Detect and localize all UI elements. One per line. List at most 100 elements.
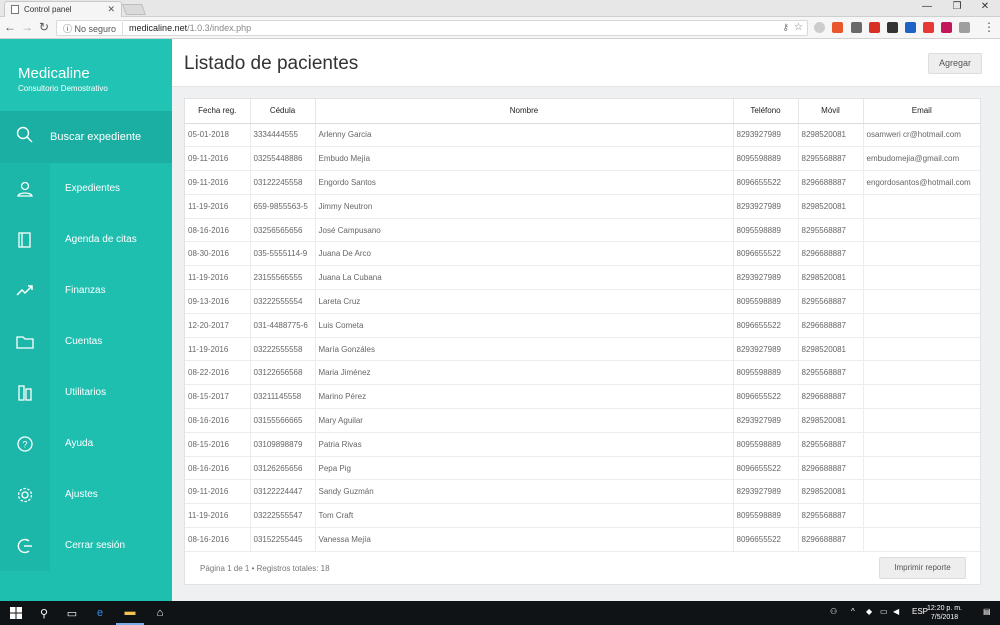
cell-phone: 8096655522	[733, 527, 799, 552]
nav-item-utilitarios[interactable]: Utilitarios	[0, 367, 172, 418]
volume-icon[interactable]: ◀	[893, 607, 899, 616]
cell-mobile: 8298520081	[798, 123, 864, 148]
security-indicator[interactable]: ⓘ No seguro	[63, 21, 124, 35]
close-window-button[interactable]: ✕	[972, 1, 998, 12]
dropbox-icon[interactable]: ◆	[866, 607, 872, 616]
bookmark-star-icon[interactable]: ☆	[794, 22, 803, 33]
help-icon: ?	[0, 418, 50, 469]
table-row[interactable]: 11-19-2016 23155565555 Juana La Cubana 8293…	[185, 265, 980, 291]
cell-email	[863, 265, 980, 291]
extension-icon[interactable]	[814, 22, 825, 33]
extension-icon[interactable]	[905, 22, 916, 33]
table-row[interactable]: 08-16-2016 03155566665 Mary Aguilar 8293927…	[185, 408, 980, 433]
table-row[interactable]: 08-16-2016 03152255445 Vanessa Mejía 809665…	[185, 527, 980, 552]
cell-date: 09-11-2016	[185, 479, 251, 505]
store-icon[interactable]: ⌂	[146, 601, 174, 625]
key-icon[interactable]: ⚷	[782, 22, 789, 33]
cell-date: 08-15-2017	[185, 384, 251, 410]
cell-name: Engordo Santos	[315, 170, 734, 195]
back-icon[interactable]: ←	[3, 20, 17, 34]
column-header[interactable]: Cédula	[250, 99, 316, 124]
language-indicator[interactable]: ESP	[912, 607, 928, 616]
nav-label: Utilitarios	[65, 387, 107, 398]
new-tab-button[interactable]	[121, 4, 147, 15]
file-explorer-icon[interactable]: ▬	[116, 601, 144, 625]
table-row[interactable]: 11-19-2016 03222555547 Tom Craft 8095598889…	[185, 503, 980, 529]
column-header[interactable]: Nombre	[315, 99, 734, 124]
print-report-button[interactable]: Imprimir reporte	[879, 557, 966, 579]
extension-icon[interactable]	[941, 22, 952, 33]
table-row[interactable]: 08-15-2016 03109898879 Patria Rivas 8095598…	[185, 432, 980, 457]
table-row[interactable]: 09-11-2016 03122245558 Engordo Santos 80966…	[185, 170, 980, 195]
cell-name: Patria Rivas	[315, 432, 734, 457]
cell-date: 11-19-2016	[185, 337, 251, 362]
close-tab-icon[interactable]: ✕	[107, 4, 115, 15]
table-row[interactable]: 11-19-2016 659-9855563-5 Jimmy Neutron 8293…	[185, 194, 980, 219]
table-row[interactable]: 08-16-2016 03256565656 José Campusano 80955…	[185, 218, 980, 243]
table-row[interactable]: 08-22-2016 03122656568 Maria Jiménez 809559…	[185, 360, 980, 386]
reload-icon[interactable]: ↻	[37, 20, 51, 34]
main-content: Listado de pacientes Agregar Fecha reg. …	[172, 39, 1000, 601]
battery-icon[interactable]: ▭	[880, 607, 888, 616]
nav-item-ayuda[interactable]: ? Ayuda	[0, 418, 172, 469]
extension-icon[interactable]	[851, 22, 862, 33]
table-row[interactable]: 09-11-2016 03255448886 Embudo Mejía 8095598…	[185, 146, 980, 172]
extension-icon[interactable]	[832, 22, 843, 33]
clock[interactable]: 12:20 p. m. 7/5/2018	[927, 604, 962, 622]
column-header[interactable]: Fecha reg.	[185, 99, 251, 124]
nav-item-finanzas[interactable]: Finanzas	[0, 265, 172, 316]
maximize-button[interactable]: ❐	[944, 1, 970, 12]
forward-icon[interactable]: →	[20, 20, 34, 34]
cell-mobile: 8298520081	[798, 265, 864, 291]
minimize-button[interactable]: —	[914, 1, 940, 12]
nav-item-cerrar-sesion[interactable]: Cerrar sesión	[0, 520, 172, 571]
column-header[interactable]: Email	[863, 99, 980, 124]
notebook-icon	[0, 214, 50, 265]
clock-date: 7/5/2018	[930, 614, 959, 621]
table-row[interactable]: 08-15-2017 03211145558 Marino Pérez 8096655…	[185, 384, 980, 410]
add-patient-button[interactable]: Agregar	[928, 53, 982, 74]
table-row[interactable]: 05-01-2018 3334444555 Arlenny Garcia 829392…	[185, 123, 980, 148]
table-row[interactable]: 08-16-2016 03126265656 Pepa Pig 8096655522 8…	[185, 456, 980, 481]
cell-email	[863, 432, 980, 457]
browser-tab-bar: Control panel ✕ — ❐ ✕	[0, 0, 1000, 17]
nav-label: Ajustes	[65, 489, 98, 500]
people-icon[interactable]: ⚇	[830, 607, 837, 616]
table-row[interactable]: 08-30-2016 035-5555114-9 Juana De Arco 8096…	[185, 241, 980, 267]
extension-icon[interactable]	[959, 22, 970, 33]
cell-name: Tom Craft	[315, 503, 734, 529]
cell-mobile: 8298520081	[798, 337, 864, 362]
search-patient-button[interactable]: Buscar expediente	[0, 111, 172, 163]
table-row[interactable]: 12-20-2017 031-4488775-6 Luis Cometa 809665…	[185, 313, 980, 338]
nav-item-expedientes[interactable]: Expedientes	[0, 163, 172, 214]
column-header[interactable]: Móvil	[798, 99, 864, 124]
address-bar[interactable]: ⓘ No seguro medicaline.net/1.0.3/index.p…	[56, 20, 808, 36]
cell-id: 035-5555114-9	[250, 241, 316, 267]
gmail-icon[interactable]	[869, 22, 880, 33]
table-row[interactable]: 09-11-2016 03122224447 Sandy Guzmán 8293927…	[185, 479, 980, 505]
cell-email	[863, 289, 980, 314]
patients-card: Fecha reg. Cédula Nombre Teléfono Móvil …	[184, 98, 981, 585]
nav-item-ajustes[interactable]: Ajustes	[0, 469, 172, 520]
table-row[interactable]: 11-19-2016 03222555558 María Gonzáles 82939…	[185, 337, 980, 362]
nav-item-agenda[interactable]: Agenda de citas	[0, 214, 172, 265]
cell-phone: 8293927989	[733, 265, 799, 291]
security-label: No seguro	[74, 23, 117, 34]
windows-start-icon[interactable]	[2, 601, 30, 625]
notifications-icon[interactable]: ▤	[983, 607, 991, 616]
menu-icon[interactable]: ⋮	[982, 20, 996, 34]
browser-tab[interactable]: Control panel ✕	[4, 1, 122, 17]
table-row[interactable]: 09-13-2016 03222555554 Lareta Cruz 80955988…	[185, 289, 980, 314]
search-icon[interactable]: ⚲	[30, 601, 58, 625]
extension-icon[interactable]	[923, 22, 934, 33]
chevron-up-icon[interactable]: ^	[851, 607, 855, 616]
cell-name: Luis Cometa	[315, 313, 734, 338]
column-header[interactable]: Teléfono	[733, 99, 799, 124]
task-view-icon[interactable]: ▭	[58, 601, 86, 625]
cell-name: María Gonzáles	[315, 337, 734, 362]
cell-phone: 8096655522	[733, 241, 799, 267]
cell-name: Sandy Guzmán	[315, 479, 734, 505]
edge-icon[interactable]: e	[86, 601, 114, 625]
extension-icon[interactable]	[887, 22, 898, 33]
nav-item-cuentas[interactable]: Cuentas	[0, 316, 172, 367]
